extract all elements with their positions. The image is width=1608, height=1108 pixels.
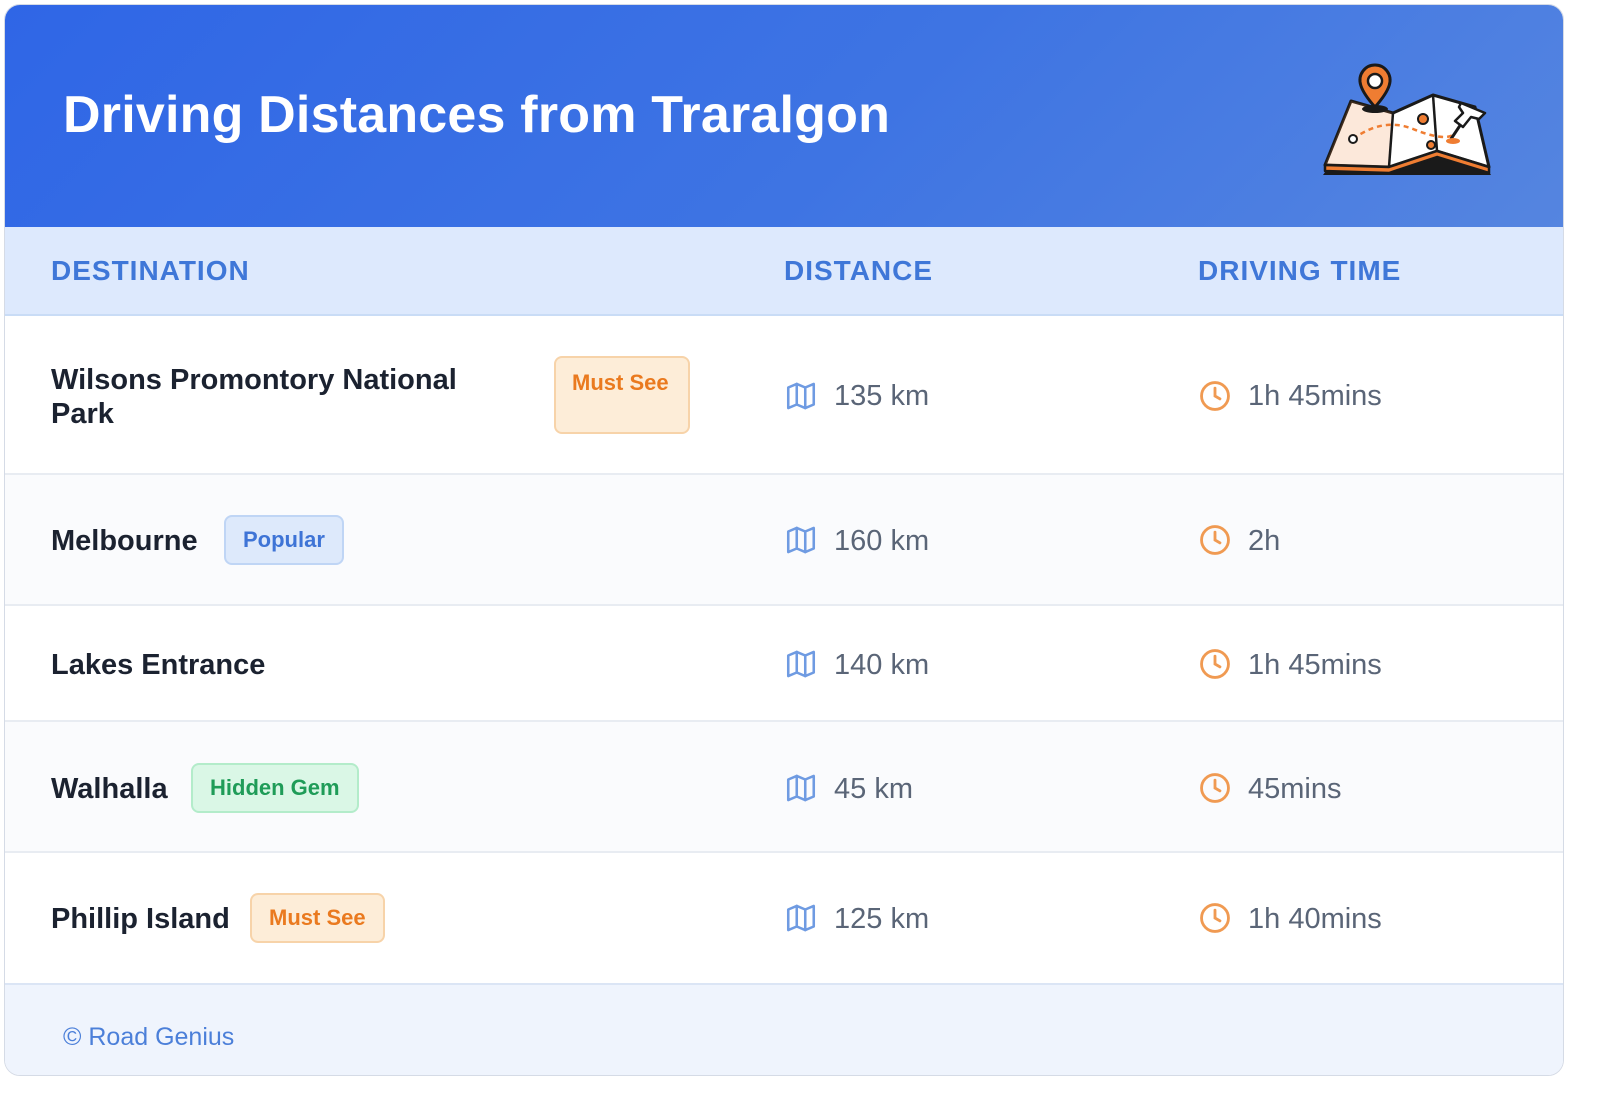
page-title: Driving Distances from Traralgon [63, 86, 891, 144]
table-row: Phillip Island Must See 125 km 1h 40mins [5, 853, 1563, 983]
card-header: Driving Distances from Traralgon [5, 5, 1563, 227]
map-icon [786, 904, 816, 932]
table-row: Lakes Entrance 140 km 1h 45mins [5, 606, 1563, 722]
map-icon [786, 774, 816, 802]
destination-name: Wilsons Promontory National Park [51, 364, 457, 430]
table-row: Melbourne Popular 160 km 2h [5, 475, 1563, 606]
clock-icon [1200, 525, 1230, 555]
map-icon [786, 650, 816, 678]
clock-icon [1200, 903, 1230, 933]
table-row: Wilsons Promontory National Park Must Se… [5, 316, 1563, 475]
driving-time-value: 1h 45mins [1248, 380, 1382, 412]
clock-icon [1200, 381, 1230, 411]
driving-time-value: 45mins [1248, 773, 1342, 805]
column-header-driving-time: DRIVING TIME [1198, 255, 1402, 286]
status-badge: Must See [554, 356, 690, 434]
map-icon [786, 526, 816, 554]
card-footer: © Road Genius [5, 983, 1563, 1075]
destination-name: Phillip Island [51, 903, 230, 935]
distance-value: 160 km [834, 525, 930, 557]
map-icon [786, 382, 816, 410]
table-header: DESTINATION DISTANCE DRIVING TIME [5, 227, 1563, 316]
status-badge: Hidden Gem [191, 763, 359, 813]
table-row: Walhalla Hidden Gem 45 km 45mins [5, 722, 1563, 853]
driving-time-value: 1h 40mins [1248, 903, 1382, 935]
distance-value: 135 km [834, 380, 930, 412]
distance-value: 125 km [834, 903, 930, 935]
destination-name: Melbourne [51, 525, 198, 557]
driving-time-value: 2h [1248, 525, 1281, 557]
distance-value: 45 km [834, 773, 913, 805]
distance-card: Driving Distances from Traralgon DESTINA… [4, 4, 1564, 1076]
status-badge: Must See [250, 893, 385, 943]
status-badge: Popular [224, 515, 344, 565]
distance-value: 140 km [834, 649, 930, 681]
map-pin-illustration-icon [1323, 63, 1491, 175]
copyright-text: © Road Genius [63, 1023, 235, 1051]
column-header-destination: DESTINATION [51, 255, 250, 286]
clock-icon [1200, 773, 1230, 803]
destination-name: Walhalla [51, 773, 168, 805]
column-header-distance: DISTANCE [784, 255, 934, 286]
driving-time-value: 1h 45mins [1248, 649, 1382, 681]
clock-icon [1200, 649, 1230, 679]
destination-name: Lakes Entrance [51, 649, 266, 681]
